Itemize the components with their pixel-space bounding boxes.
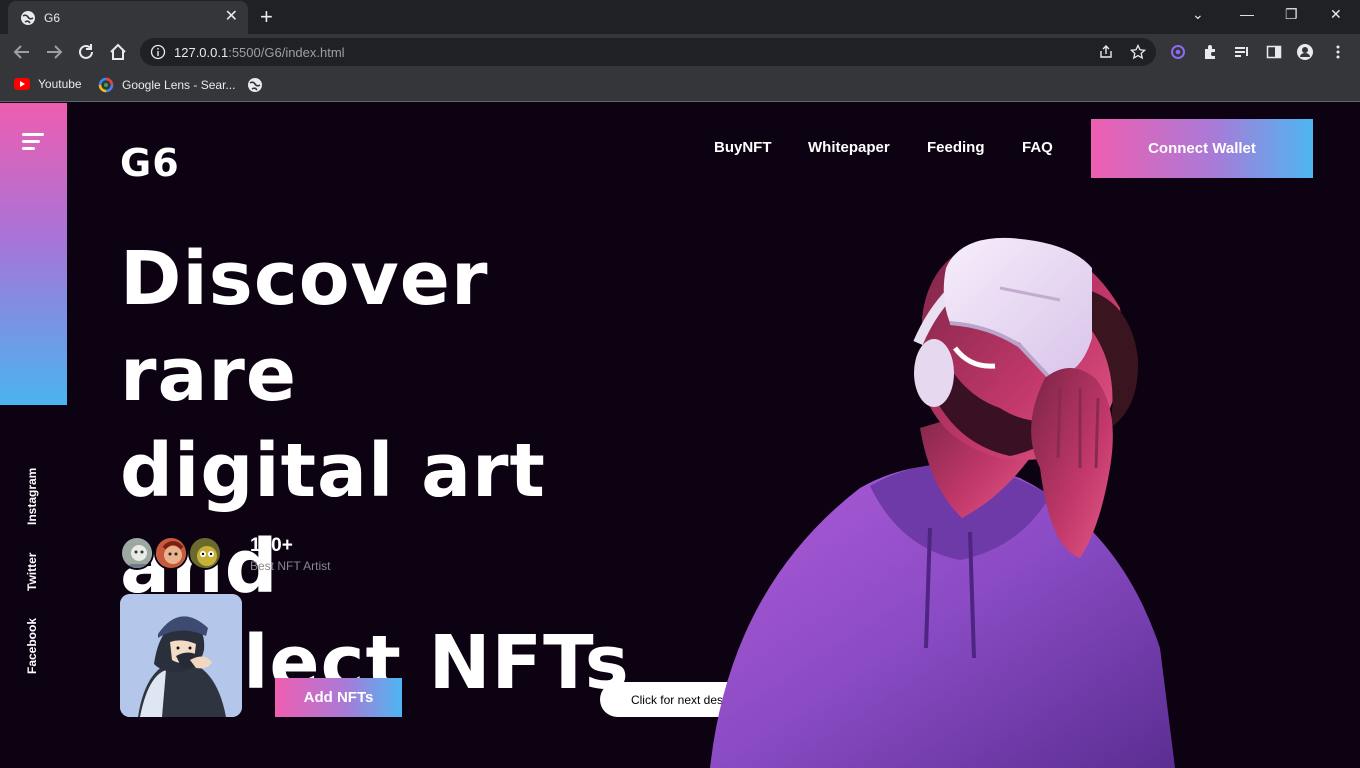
- web-page: Instagram Twitter Facebook G6 BuyNFT Whi…: [0, 103, 1360, 768]
- url-text: 127.0.0.1:5500/G6/index.html: [174, 45, 345, 60]
- hero-line: Discover rare: [120, 236, 489, 418]
- bookmark-youtube[interactable]: Youtube: [14, 77, 82, 91]
- vr-headset-person-image: [710, 237, 1175, 768]
- connect-wallet-button[interactable]: Connect Wallet: [1091, 119, 1313, 178]
- artist-count-label: Best NFT Artist: [250, 559, 331, 573]
- globe-icon: [21, 10, 35, 25]
- bookmark-globe[interactable]: [247, 77, 271, 93]
- google-lens-icon: [98, 77, 114, 93]
- more-menu-icon[interactable]: [1330, 44, 1346, 60]
- reload-icon[interactable]: [76, 42, 96, 62]
- nav-whitepaper[interactable]: Whitepaper: [808, 139, 890, 156]
- bookmark-star-icon[interactable]: [1130, 44, 1146, 60]
- artist-count: 100+: [250, 535, 293, 556]
- side-panel-icon[interactable]: [1266, 44, 1282, 60]
- restore-icon[interactable]: ❐: [1285, 6, 1298, 23]
- site-info-icon[interactable]: [150, 44, 166, 60]
- back-icon[interactable]: [12, 42, 32, 62]
- hamburger-menu-icon[interactable]: [22, 133, 46, 153]
- twitter-link[interactable]: Twitter: [25, 553, 39, 591]
- tab-title: G6: [44, 10, 61, 25]
- sidebar-gradient-bar: [0, 103, 67, 405]
- browser-tab[interactable]: G6 ✕: [8, 1, 248, 34]
- extension-at-icon[interactable]: [1170, 44, 1186, 60]
- bookmark-google-lens[interactable]: Google Lens - Sear...: [98, 77, 235, 93]
- nft-card-image[interactable]: [120, 594, 242, 717]
- instagram-link[interactable]: Instagram: [25, 468, 39, 525]
- add-nfts-button[interactable]: Add NFTs: [275, 678, 402, 717]
- reading-list-icon[interactable]: [1234, 44, 1250, 60]
- avatar: [188, 536, 222, 570]
- close-tab-icon[interactable]: ✕: [225, 9, 238, 25]
- bookmarks-bar: Youtube Google Lens - Sear...: [0, 70, 1360, 102]
- nav-faq[interactable]: FAQ: [1022, 139, 1053, 156]
- nav-feeding[interactable]: Feeding: [927, 139, 985, 156]
- profile-avatar-icon[interactable]: [1297, 44, 1313, 60]
- share-icon[interactable]: [1098, 44, 1114, 60]
- browser-tab-strip: G6 ✕ + ⌄ — ❐ ✕: [0, 0, 1360, 34]
- youtube-icon: [14, 78, 30, 90]
- avatar: [120, 536, 154, 570]
- site-logo[interactable]: G6: [120, 141, 180, 185]
- new-tab-icon[interactable]: +: [260, 6, 273, 28]
- facebook-link[interactable]: Facebook: [25, 618, 39, 674]
- extensions-puzzle-icon[interactable]: [1202, 44, 1218, 60]
- forward-icon[interactable]: [44, 42, 64, 62]
- window-close-icon[interactable]: ✕: [1330, 6, 1342, 23]
- tab-search-icon[interactable]: ⌄: [1192, 6, 1204, 23]
- address-bar[interactable]: 127.0.0.1:5500/G6/index.html: [140, 38, 1156, 66]
- home-icon[interactable]: [108, 42, 128, 62]
- nav-buynft[interactable]: BuyNFT: [714, 139, 772, 156]
- minimize-icon[interactable]: —: [1240, 6, 1254, 22]
- hero-line: digital art and: [120, 428, 546, 610]
- globe-icon: [248, 78, 262, 92]
- browser-toolbar: 127.0.0.1:5500/G6/index.html: [0, 34, 1360, 70]
- avatar: [154, 536, 188, 570]
